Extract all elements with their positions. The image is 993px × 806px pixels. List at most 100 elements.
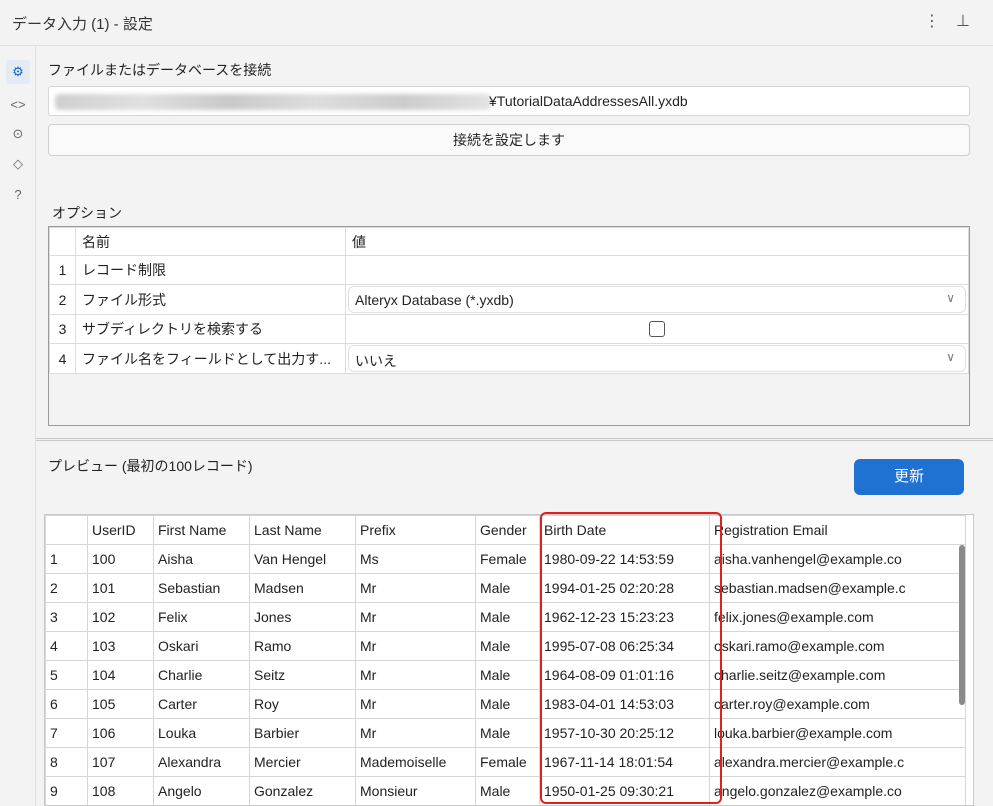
table-row[interactable]: 8 107 Alexandra Mercier Mademoiselle Female 19…	[45, 747, 966, 777]
table-cell: aisha.vanhengel@example.co	[709, 544, 966, 574]
table-cell: 101	[87, 573, 154, 603]
option-row-record-limit: 1 レコード制限	[49, 255, 969, 285]
table-cell: 105	[87, 689, 154, 719]
table-cell: Roy	[249, 689, 356, 719]
table-cell: alexandra.mercier@example.c	[709, 747, 966, 777]
table-cell: carter.roy@example.com	[709, 689, 966, 719]
help-icon[interactable]: ?	[6, 182, 30, 206]
refresh-button[interactable]: 更新	[854, 459, 964, 495]
table-cell: Mr	[355, 660, 476, 690]
preview-table: UserID First Name Last Name Prefix Gender Bir…	[45, 515, 966, 805]
splitter[interactable]	[36, 438, 993, 441]
connect-heading: ファイルまたはデータベースを接続	[48, 62, 272, 78]
table-cell: 102	[87, 602, 154, 632]
table-cell: 108	[87, 776, 154, 805]
table-cell: 104	[87, 660, 154, 690]
file-path-text: ¥TutorialDataAddressesAll.yxdb	[489, 93, 688, 109]
column-header[interactable]: UserID	[87, 515, 154, 545]
table-cell: 1957-10-30 20:25:12	[539, 718, 710, 748]
column-header[interactable]: Last Name	[249, 515, 356, 545]
table-cell: Ramo	[249, 631, 356, 661]
table-cell: Alexandra	[153, 747, 250, 777]
arrow-circle-icon[interactable]: ⊙	[6, 122, 30, 146]
table-cell: Male	[475, 776, 540, 805]
table-cell: 107	[87, 747, 154, 777]
table-cell: Felix	[153, 602, 250, 632]
table-row[interactable]: 2 101 Sebastian Madsen Mr Male 1994-01-25 02:2…	[45, 573, 966, 603]
table-cell: Mr	[355, 718, 476, 748]
code-icon[interactable]: <>	[6, 92, 30, 116]
table-row[interactable]: 5 104 Charlie Seitz Mr Male 1964-08-09 01:01:1…	[45, 660, 966, 690]
table-cell: 6	[45, 689, 88, 719]
table-cell: Oskari	[153, 631, 250, 661]
column-header[interactable]: Gender	[475, 515, 540, 545]
table-cell: 103	[87, 631, 154, 661]
vertical-scrollbar[interactable]	[959, 545, 965, 705]
table-cell: 100	[87, 544, 154, 574]
table-row[interactable]: 7 106 Louka Barbier Mr Male 1957-10-30 20:25:1…	[45, 718, 966, 748]
column-header[interactable]	[45, 515, 88, 545]
more-options-icon[interactable]: ⋮	[924, 11, 940, 31]
options-heading: オプション	[52, 205, 122, 221]
options-table: 名前 値 1 レコード制限 2 ファイル形式 Alteryx Database …	[49, 227, 969, 374]
table-cell: Male	[475, 631, 540, 661]
pin-icon[interactable]: ⊥	[956, 11, 970, 31]
column-header[interactable]: Registration Email	[709, 515, 966, 545]
output-filename-dropdown[interactable]: いいえ ∨	[348, 345, 966, 372]
table-cell: 1	[45, 544, 88, 574]
chevron-down-icon: ∨	[946, 350, 955, 364]
table-cell: Van Hengel	[249, 544, 356, 574]
window-title: データ入力 (1) - 設定	[12, 16, 153, 33]
options-col-value: 値	[345, 227, 969, 256]
table-cell: Male	[475, 573, 540, 603]
table-cell: oskari.ramo@example.com	[709, 631, 966, 661]
tag-icon[interactable]: ◇	[6, 152, 30, 176]
table-row[interactable]: 9 108 Angelo Gonzalez Monsieur Male 1950-01-25…	[45, 776, 966, 805]
column-header[interactable]: First Name	[153, 515, 250, 545]
search-subdirectories-checkbox[interactable]	[649, 321, 665, 337]
table-cell: Mr	[355, 573, 476, 603]
table-cell: Madsen	[249, 573, 356, 603]
table-cell: Mercier	[249, 747, 356, 777]
option-row-file-format: 2 ファイル形式 Alteryx Database (*.yxdb) ∨	[49, 284, 969, 315]
table-cell: 1994-01-25 02:20:28	[539, 573, 710, 603]
table-row[interactable]: 3 102 Felix Jones Mr Male 1962-12-23 15:23:23 f…	[45, 602, 966, 632]
side-rail: ⚙ <> ⊙ ◇ ?	[0, 46, 36, 806]
table-cell: Aisha	[153, 544, 250, 574]
table-cell: Gonzalez	[249, 776, 356, 805]
table-cell: Carter	[153, 689, 250, 719]
table-row[interactable]: 1 100 Aisha Van Hengel Ms Female 1980-09-22 14…	[45, 544, 966, 574]
table-cell: louka.barbier@example.com	[709, 718, 966, 748]
table-row[interactable]: 4 103 Oskari Ramo Mr Male 1995-07-08 06:25:34 o…	[45, 631, 966, 661]
preview-grid: UserID First Name Last Name Prefix Gender Bir…	[44, 514, 974, 806]
table-cell: Male	[475, 660, 540, 690]
table-cell: 106	[87, 718, 154, 748]
redacted-path	[55, 94, 491, 110]
gear-icon[interactable]: ⚙	[6, 60, 30, 84]
table-cell: 2	[45, 573, 88, 603]
column-header[interactable]: Birth Date	[539, 515, 710, 545]
table-cell: Sebastian	[153, 573, 250, 603]
table-row[interactable]: 6 105 Carter Roy Mr Male 1983-04-01 14:53:03 ca…	[45, 689, 966, 719]
preview-header-row: UserID First Name Last Name Prefix Gender Bir…	[45, 515, 966, 545]
table-cell: Ms	[355, 544, 476, 574]
options-header-row: 名前 値	[49, 227, 969, 256]
column-header[interactable]: Prefix	[355, 515, 476, 545]
chevron-down-icon: ∨	[946, 291, 955, 305]
table-cell: Mr	[355, 602, 476, 632]
table-cell: Female	[475, 544, 540, 574]
setup-connection-button[interactable]: 接続を設定します	[48, 124, 970, 156]
table-cell: Louka	[153, 718, 250, 748]
table-cell: Angelo	[153, 776, 250, 805]
options-panel: 名前 値 1 レコード制限 2 ファイル形式 Alteryx Database …	[48, 226, 970, 426]
file-path-field[interactable]: ¥TutorialDataAddressesAll.yxdb	[48, 86, 970, 116]
options-col-name: 名前	[75, 227, 346, 256]
table-cell: Seitz	[249, 660, 356, 690]
file-format-dropdown[interactable]: Alteryx Database (*.yxdb) ∨	[348, 286, 966, 313]
table-cell: charlie.seitz@example.com	[709, 660, 966, 690]
option-row-subdirectories: 3 サブディレクトリを検索する	[49, 314, 969, 344]
table-cell: 1967-11-14 18:01:54	[539, 747, 710, 777]
table-cell: 5	[45, 660, 88, 690]
record-limit-input[interactable]	[345, 255, 969, 285]
table-cell: Male	[475, 602, 540, 632]
